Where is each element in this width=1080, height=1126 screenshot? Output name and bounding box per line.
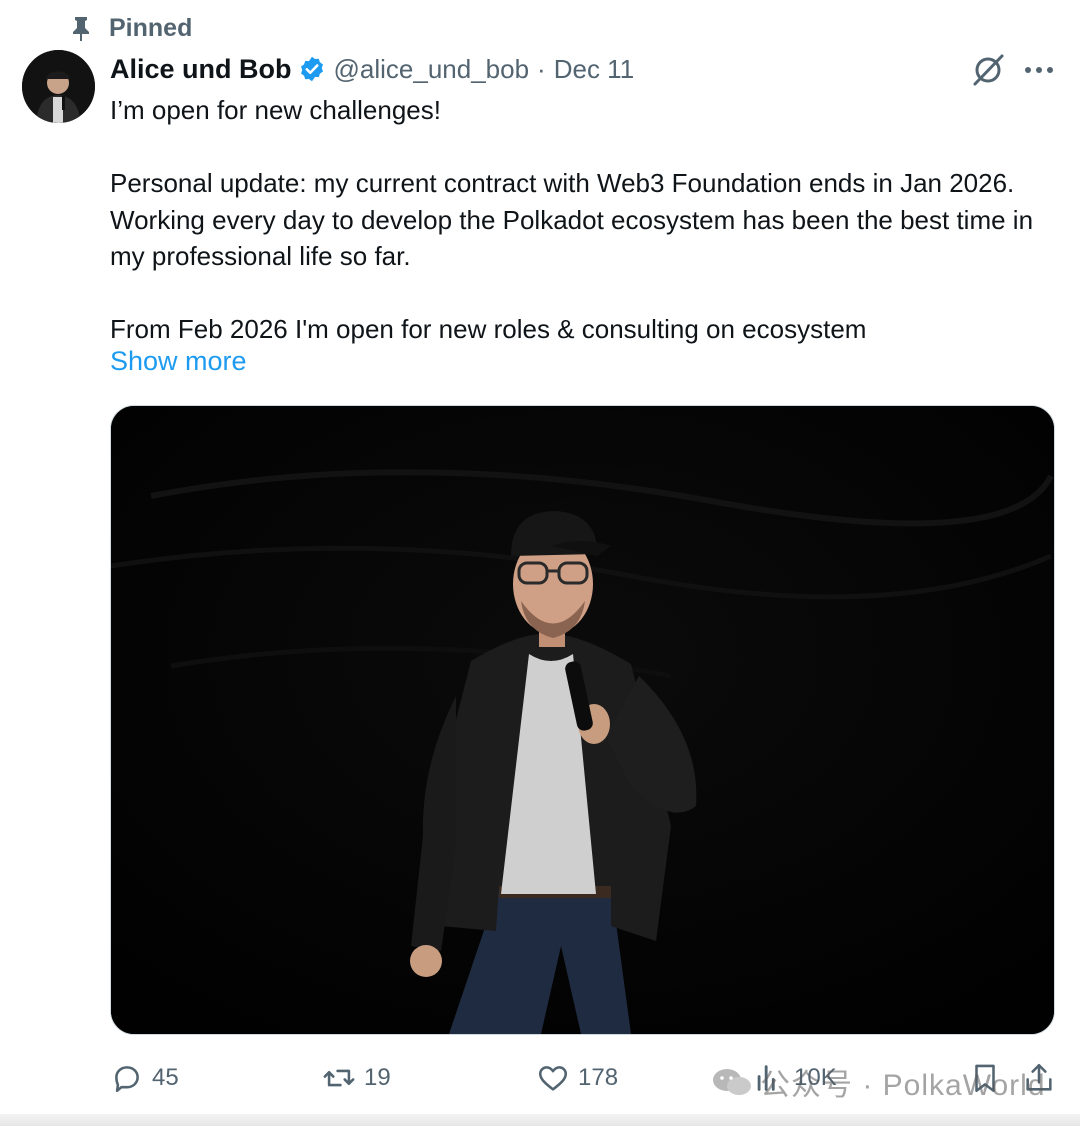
pinned-indicator: Pinned: [70, 12, 192, 44]
repost-count: 19: [364, 1064, 391, 1091]
bottom-divider: [0, 1114, 1080, 1126]
more-options-icon[interactable]: [1022, 58, 1056, 82]
avatar[interactable]: [22, 50, 95, 123]
tweet-text: I’m open for new challenges! Personal up…: [110, 92, 1050, 348]
tweet-paragraph: From Feb 2026 I'm open for new roles & c…: [110, 314, 867, 344]
author-name[interactable]: Alice und Bob: [110, 54, 292, 85]
verified-badge-icon: [300, 56, 323, 82]
reply-button[interactable]: 45: [110, 1056, 179, 1100]
pinned-label: Pinned: [109, 13, 193, 42]
tweet-date[interactable]: Dec 11: [554, 54, 634, 85]
wechat-logo-icon: [713, 1069, 751, 1095]
tweet-header: Alice und Bob @alice_und_bob · Dec 11: [110, 50, 634, 88]
grok-icon[interactable]: [969, 52, 1007, 88]
header-separator: ·: [537, 53, 546, 84]
watermark: 公众号 · PolkaWorld: [710, 1060, 1046, 1104]
tweet-paragraph: I’m open for new challenges!: [110, 95, 441, 125]
tweet-media-photo[interactable]: [110, 405, 1055, 1035]
heart-icon: [538, 1066, 568, 1091]
repost-button[interactable]: 19: [322, 1056, 391, 1100]
repost-icon: [323, 1069, 355, 1087]
author-handle[interactable]: @alice_und_bob: [334, 54, 530, 85]
reply-icon: [115, 1066, 139, 1093]
like-count: 178: [578, 1064, 619, 1091]
like-button[interactable]: 178: [536, 1056, 618, 1100]
watermark-text: 公众号 · PolkaWorld: [760, 1069, 1046, 1102]
reply-count: 45: [152, 1064, 179, 1091]
pin-icon: [73, 17, 89, 41]
show-more-link[interactable]: Show more: [110, 346, 247, 377]
tweet-paragraph: Personal update: my current contract wit…: [110, 168, 1034, 271]
